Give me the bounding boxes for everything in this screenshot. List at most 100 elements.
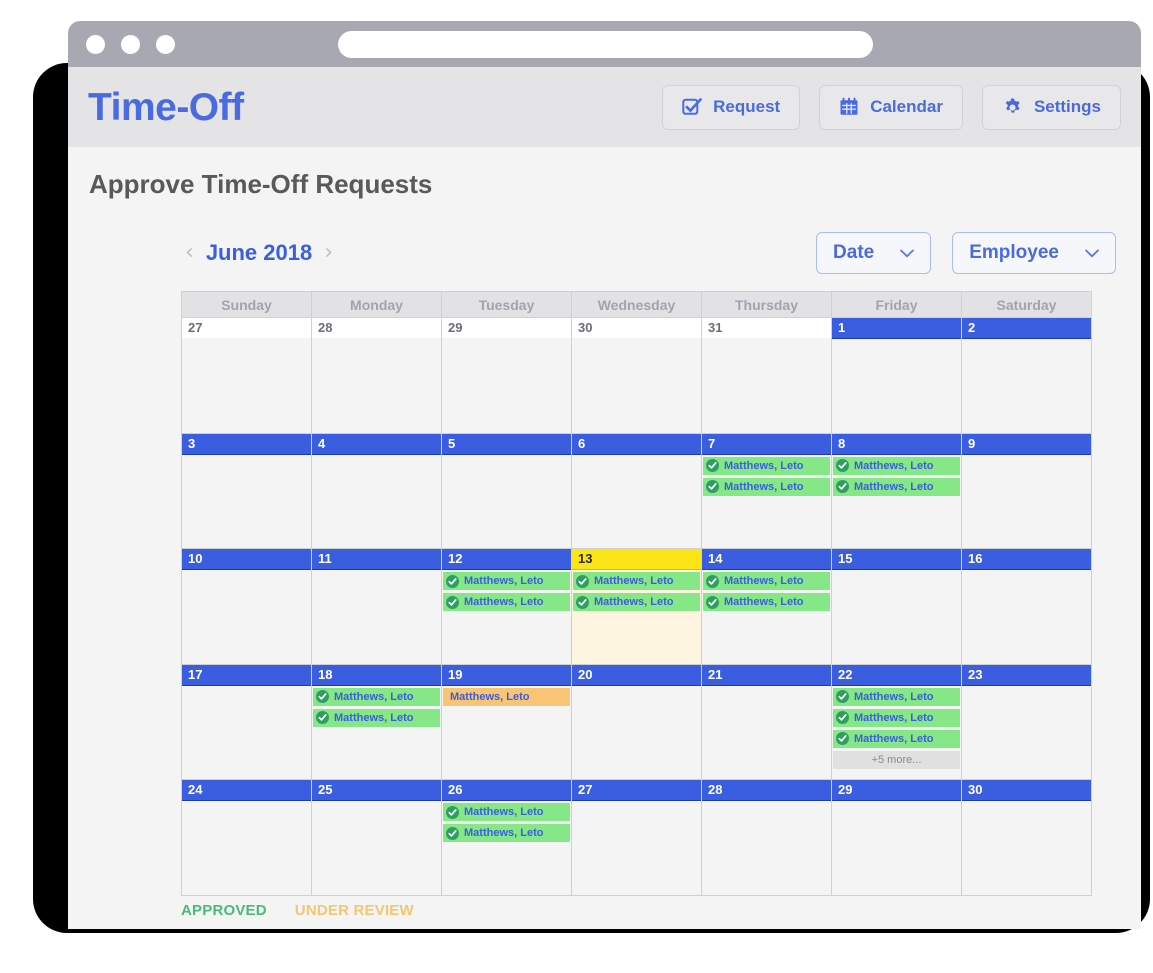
calendar-grid: Sunday Monday Tuesday Wednesday Thursday Frid… [181,291,1092,896]
time-off-request-approved[interactable]: Matthews, Leto [833,456,960,475]
day-of-week-header: Saturday [962,292,1092,318]
calendar-day-cell[interactable]: 21 [702,664,832,781]
maximize-dot[interactable] [156,34,175,54]
minimize-dot[interactable] [121,34,140,54]
calendar-day-cell[interactable]: 24 [182,780,312,896]
time-off-request-approved[interactable]: Matthews, Leto [703,477,830,496]
day-events: Matthews, Leto Matthews, Leto [312,686,441,780]
calendar-day-cell[interactable]: 2 [962,318,1092,434]
calendar-day-cell[interactable]: 15 [832,549,962,665]
calendar-day-cell[interactable]: 17 [182,664,312,781]
date-filter-dropdown[interactable]: Date [816,232,932,274]
time-off-request-approved[interactable]: Matthews, Leto [313,687,440,706]
calendar-day-cell[interactable]: 1 [832,318,962,434]
time-off-request-approved[interactable]: Matthews, Leto [703,593,830,612]
time-off-request-approved[interactable]: Matthews, Leto [833,477,960,496]
calendar-day-cell[interactable]: 5 [442,433,572,550]
calendar-day-cell[interactable]: 8 Matthews, Leto Matthews, Leto [832,433,962,550]
calendar-day-cell[interactable]: 22 Matthews, Leto Matthews, Leto Matthews, … [832,664,962,781]
time-off-request-approved[interactable]: Matthews, Leto [443,803,570,822]
day-number: 26 [442,780,571,802]
day-number: 3 [182,433,311,455]
request-button[interactable]: Request [662,84,801,130]
status-legend: APPROVED UNDER REVIEW [68,896,1141,929]
day-number: 12 [442,549,571,571]
calendar-day-cell[interactable]: 27 [182,318,312,434]
day-of-week-header: Sunday [182,292,312,318]
calendar-day-cell[interactable]: 27 [572,780,702,896]
day-number: 27 [182,318,311,338]
calendar-week-row: 24 25 26 Matthews, Leto Matthews, Leto 27 28 29… [182,780,1092,896]
settings-button[interactable]: Settings [981,84,1121,130]
calendar-day-cell[interactable]: 26 Matthews, Leto Matthews, Leto [442,780,572,896]
calendar-button[interactable]: Calendar [819,84,963,130]
filter-group: Date Employee [816,232,1116,274]
calendar-day-cell[interactable]: 11 [312,549,442,665]
day-events [442,455,571,549]
day-events [702,801,831,895]
calendar-day-cell[interactable]: 13 Matthews, Leto Matthews, Leto [572,549,702,665]
day-number: 15 [832,549,961,571]
calendar-day-cell[interactable]: 23 [962,664,1092,781]
time-off-request-approved[interactable]: Matthews, Leto [833,729,960,748]
prev-month-icon[interactable]: ‹ [185,242,194,264]
calendar-day-cell[interactable]: 4 [312,433,442,550]
time-off-request-approved[interactable]: Matthews, Leto [833,687,960,706]
calendar-day-cell[interactable]: 29 [832,780,962,896]
current-month-label[interactable]: June 2018 [206,240,312,266]
gear-icon [1002,97,1023,118]
day-number: 7 [702,433,831,455]
calendar-day-cell[interactable]: 31 [702,318,832,434]
time-off-request-approved[interactable]: Matthews, Leto [573,593,700,612]
calendar-day-cell[interactable]: 3 [182,433,312,550]
time-off-request-approved[interactable]: Matthews, Leto [833,708,960,727]
calendar-day-cell[interactable]: 28 [312,318,442,434]
calendar-day-cell[interactable]: 25 [312,780,442,896]
calendar-day-cell[interactable]: 9 [962,433,1092,550]
calendar-day-cell[interactable]: 30 [962,780,1092,896]
day-number: 9 [962,433,1091,455]
page-title: Approve Time-Off Requests [89,169,433,199]
chevron-down-icon [1085,246,1099,261]
calendar-day-cell[interactable]: 20 [572,664,702,781]
time-off-request-approved[interactable]: Matthews, Leto [443,593,570,612]
day-events: Matthews, Leto [442,686,571,780]
day-events: Matthews, Leto Matthews, Leto [442,570,571,664]
calendar-day-cell[interactable]: 12 Matthews, Leto Matthews, Leto [442,549,572,665]
time-off-request-review[interactable]: Matthews, Leto [443,687,570,706]
time-off-request-approved[interactable]: Matthews, Leto [313,708,440,727]
day-events: Matthews, Leto Matthews, Leto Matthews, Le… [832,686,961,780]
calendar-controls: ‹ June 2018 › Date Employee [89,232,1116,291]
day-number: 17 [182,664,311,686]
calendar-day-cell[interactable]: 6 [572,433,702,550]
time-off-request-approved[interactable]: Matthews, Leto [573,572,700,591]
time-off-request-approved[interactable]: Matthews, Leto [443,572,570,591]
day-events [572,338,701,433]
time-off-request-approved[interactable]: Matthews, Leto [703,572,830,591]
day-number: 25 [312,780,441,802]
calendar-day-cell[interactable]: 10 [182,549,312,665]
event-label: Matthews, Leto [334,711,414,724]
time-off-request-approved[interactable]: Matthews, Leto [443,824,570,843]
time-off-request-approved[interactable]: Matthews, Leto [703,456,830,475]
calendar-day-cell[interactable]: 7 Matthews, Leto Matthews, Leto [702,433,832,550]
screenshot-stage: Time-Off Request Calendar Settings Appro… [0,0,1153,973]
calendar-day-cell[interactable]: 16 [962,549,1092,665]
calendar-day-cell[interactable]: 19 Matthews, Leto [442,664,572,781]
approved-check-icon [446,805,459,819]
more-events-link[interactable]: +5 more... [833,750,960,769]
calendar-day-cell[interactable]: 14 Matthews, Leto Matthews, Leto [702,549,832,665]
calendar-day-cell[interactable]: 28 [702,780,832,896]
employee-filter-dropdown[interactable]: Employee [952,232,1116,274]
calendar-day-cell[interactable]: 29 [442,318,572,434]
address-bar-input[interactable] [338,31,873,58]
approved-check-icon [706,595,719,609]
approved-check-icon [576,574,589,588]
employee-filter-label: Employee [969,242,1059,263]
calendar-day-cell[interactable]: 18 Matthews, Leto Matthews, Leto [312,664,442,781]
approved-check-icon [706,459,719,473]
next-month-icon[interactable]: › [324,242,333,264]
approved-check-icon [446,595,459,609]
calendar-day-cell[interactable]: 30 [572,318,702,434]
close-dot[interactable] [86,34,105,54]
